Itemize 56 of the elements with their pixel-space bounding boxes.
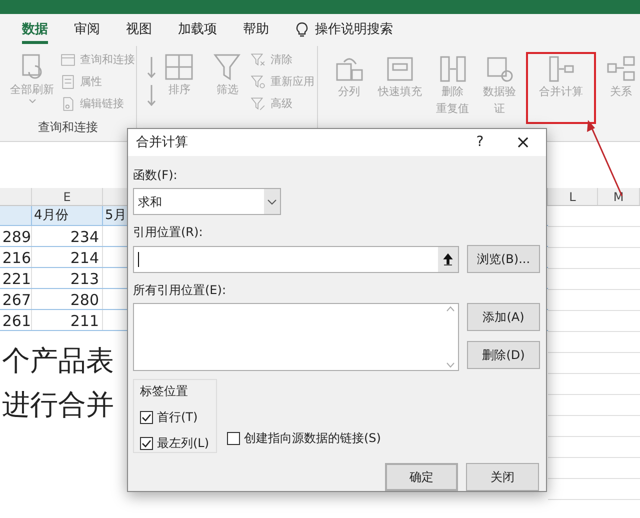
search-tell-me[interactable]: 操作说明搜索 (315, 20, 393, 40)
field-label: 所有引用位置(E): (133, 282, 227, 299)
table-cell: 216 (0, 247, 32, 267)
table-cell: 261 (0, 310, 32, 330)
advanced-filter-icon (250, 96, 266, 112)
dialog-button[interactable]: 确定 (385, 463, 458, 491)
ribbon-tab[interactable]: 帮助 (243, 16, 269, 44)
checkbox[interactable] (140, 410, 153, 424)
collapse-dialog-icon[interactable] (438, 246, 458, 272)
table-cell: 213 (32, 268, 103, 288)
lightbulb-icon (295, 22, 309, 38)
checkbox-label[interactable]: 首行(T) (157, 408, 198, 426)
reapply-icon (250, 74, 266, 90)
group-label: 查询和连接 (38, 119, 98, 136)
group-title: 标签位置 (140, 383, 189, 400)
ribbon-tab[interactable]: 审阅 (74, 16, 100, 44)
function-dropdown[interactable]: 求和 (133, 188, 281, 215)
dialog-button[interactable]: 添加(A) (467, 303, 540, 331)
table-cell: 211 (32, 310, 103, 330)
table-cell: 280 (32, 289, 103, 309)
sort-descending-icon (147, 84, 156, 106)
close-button[interactable]: × (500, 129, 546, 156)
remove-duplicates-icon (438, 54, 468, 84)
reference-input[interactable] (133, 246, 459, 272)
sort-grid-icon (164, 52, 194, 82)
ribbon-tab[interactable]: 视图 (126, 16, 152, 44)
sort-ascending-icon (147, 56, 156, 78)
ribbon-tab[interactable]: 加载项 (178, 16, 217, 44)
clear-filter-icon (250, 52, 266, 68)
caret-icon (28, 98, 36, 102)
checkbox-label[interactable]: 最左列(L) (157, 434, 210, 452)
list-icon (60, 74, 76, 90)
dialog-button[interactable]: 删除(D) (467, 341, 540, 369)
column-header[interactable]: L (569, 188, 576, 205)
table-cell: 267 (0, 289, 32, 309)
relationships-icon (606, 54, 636, 84)
table-cell: 234 (32, 226, 103, 246)
table-cell: 221 (0, 268, 32, 288)
field-label: 引用位置(R): (133, 224, 204, 241)
chevron-down-icon (264, 189, 280, 214)
help-button[interactable]: ? (460, 132, 500, 153)
cell-text: 进行合并 (2, 387, 115, 423)
table-cell: 4月份 (32, 206, 103, 225)
table-icon (60, 52, 76, 68)
checkbox[interactable] (140, 436, 153, 450)
dialog-title: 合并计算 (136, 134, 189, 152)
dialog-button[interactable]: 浏览(B)... (467, 245, 540, 273)
funnel-icon (212, 52, 242, 82)
column-header[interactable]: E (63, 188, 71, 205)
table-cell: 289 (0, 226, 32, 246)
checkbox-label[interactable]: 创建指向源数据的链接(S) (244, 429, 381, 447)
field-label: 函数(F): (133, 167, 178, 184)
table-cell: 214 (32, 247, 103, 267)
checkbox[interactable] (227, 432, 240, 444)
cell-text: 个产品表 (2, 343, 115, 379)
dialog-button[interactable]: 关闭 (466, 463, 539, 491)
